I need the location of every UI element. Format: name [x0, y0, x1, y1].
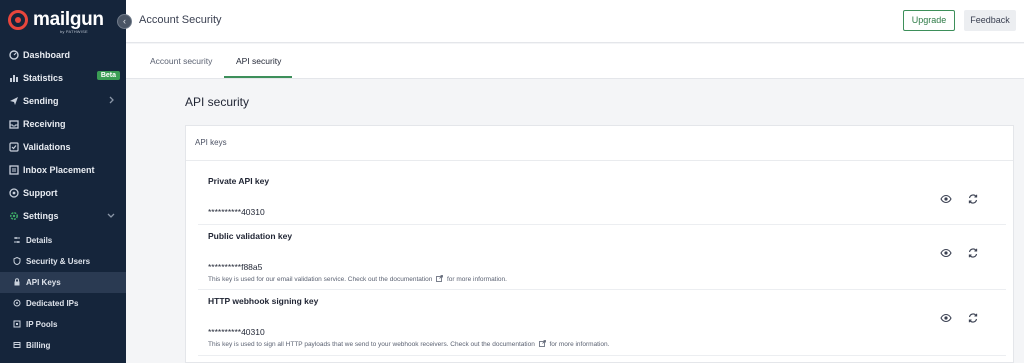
tab-bar: Account security API security	[126, 44, 1024, 79]
sidebar: mailgun by PATHWISE Dashboard Statistics…	[0, 0, 126, 363]
sidebar-item-label: Billing	[26, 341, 51, 350]
refresh-icon[interactable]	[967, 192, 979, 204]
upgrade-button[interactable]: Upgrade	[903, 10, 955, 31]
sidebar-item-label: Details	[26, 236, 53, 245]
refresh-icon[interactable]	[967, 311, 979, 323]
card-title: API keys	[186, 126, 1013, 161]
key-name: Private API key	[208, 176, 270, 186]
external-link-icon[interactable]	[436, 275, 444, 282]
sidebar-item-api-keys[interactable]: API Keys	[0, 272, 126, 293]
inbox-placement-icon	[8, 164, 19, 175]
api-key-row: Private API key **********40310	[198, 171, 1006, 225]
eye-icon[interactable]	[940, 192, 952, 204]
mailgun-logo-icon	[8, 10, 28, 30]
sidebar-item-sending[interactable]: Sending	[0, 89, 126, 112]
collapse-sidebar-button[interactable]: ‹	[117, 14, 132, 29]
sidebar-item-validations[interactable]: Validations	[0, 135, 126, 158]
key-name: HTTP webhook signing key	[208, 296, 319, 306]
brand-sub: by PATHWISE	[60, 29, 88, 34]
send-icon	[8, 95, 19, 106]
sidebar-item-statistics[interactable]: Statistics Beta	[0, 66, 126, 89]
sidebar-item-label: Validations	[23, 141, 71, 152]
sidebar-item-label: Security & Users	[26, 257, 91, 266]
shield-icon	[13, 257, 22, 266]
sidebar-item-label: Settings	[23, 210, 59, 221]
sidebar-item-settings[interactable]: Settings	[0, 204, 126, 227]
lock-icon	[13, 278, 22, 287]
key-value: **********40310	[208, 207, 265, 217]
api-keys-card: API keys Private API key **********40310…	[185, 125, 1014, 363]
sidebar-item-details[interactable]: Details	[0, 230, 126, 251]
refresh-icon[interactable]	[967, 246, 979, 258]
billing-icon	[13, 341, 22, 350]
bar-chart-icon	[8, 72, 19, 83]
sidebar-item-label: Dashboard	[23, 49, 71, 60]
eye-icon[interactable]	[940, 311, 952, 323]
sliders-icon	[13, 236, 22, 245]
active-tab-indicator	[224, 76, 292, 78]
sidebar-item-security-users[interactable]: Security & Users	[0, 251, 126, 272]
sidebar-item-support[interactable]: Support	[0, 181, 126, 204]
top-bar: Account Security Upgrade Feedback	[126, 0, 1024, 43]
sidebar-item-receiving[interactable]: Receiving	[0, 112, 126, 135]
sidebar-item-dedicated-ips[interactable]: Dedicated IPs	[0, 293, 126, 314]
pool-icon	[13, 320, 22, 329]
sidebar-item-label: Support	[23, 187, 58, 198]
sidebar-item-inbox-placement[interactable]: Inbox Placement	[0, 158, 126, 181]
key-value: **********f88a5	[208, 262, 263, 272]
api-key-row: HTTP webhook signing key **********40310…	[198, 290, 1006, 356]
settings-submenu: Details Security & Users API Keys Dedica…	[0, 230, 126, 356]
gear-icon	[8, 210, 19, 221]
sidebar-item-label: Statistics	[23, 72, 64, 83]
sidebar-nav: Dashboard Statistics Beta Sending Receiv…	[0, 43, 126, 227]
chevron-left-icon: ‹	[123, 16, 126, 26]
sidebar-item-label: API Keys	[26, 278, 61, 287]
help-icon	[8, 187, 19, 198]
sidebar-item-billing[interactable]: Billing	[0, 335, 126, 356]
key-description: This key is used to sign all HTTP payloa…	[208, 340, 609, 348]
tab-api-security[interactable]: API security	[236, 56, 281, 66]
key-name: Public validation key	[208, 231, 293, 241]
dashboard-icon	[8, 49, 19, 60]
eye-icon[interactable]	[940, 246, 952, 258]
sidebar-item-ip-pools[interactable]: IP Pools	[0, 314, 126, 335]
beta-badge: Beta	[96, 71, 120, 80]
sidebar-item-label: Dedicated IPs	[26, 299, 79, 308]
sidebar-item-dashboard[interactable]: Dashboard	[0, 43, 126, 66]
key-description-text: This key is used to sign all HTTP payloa…	[208, 341, 535, 348]
sidebar-item-label: IP Pools	[26, 320, 58, 329]
key-description-suffix: for more information.	[549, 341, 610, 348]
key-description-text: This key is used for our email validatio…	[208, 276, 433, 283]
api-key-row: Public validation key **********f88a5 Th…	[198, 225, 1006, 290]
section-title: API security	[185, 95, 250, 109]
brand-name: mailgun	[33, 9, 104, 30]
key-description-suffix: for more information.	[447, 276, 507, 283]
page-title: Account Security	[139, 14, 222, 26]
sidebar-item-label: Inbox Placement	[23, 164, 95, 175]
tab-account-security[interactable]: Account security	[150, 56, 212, 66]
sidebar-item-label: Sending	[23, 95, 59, 106]
key-value: **********40310	[208, 327, 265, 337]
inbox-icon	[8, 118, 19, 129]
key-description: This key is used for our email validatio…	[208, 275, 507, 283]
external-link-icon[interactable]	[538, 340, 546, 347]
sidebar-item-label: Receiving	[23, 118, 66, 129]
mailgun-logo[interactable]: mailgun	[8, 10, 104, 30]
feedback-button[interactable]: Feedback	[964, 10, 1016, 31]
check-circle-icon	[8, 141, 19, 152]
chevron-right-icon	[106, 95, 116, 105]
chevron-down-icon	[106, 210, 116, 220]
target-icon	[13, 299, 22, 308]
